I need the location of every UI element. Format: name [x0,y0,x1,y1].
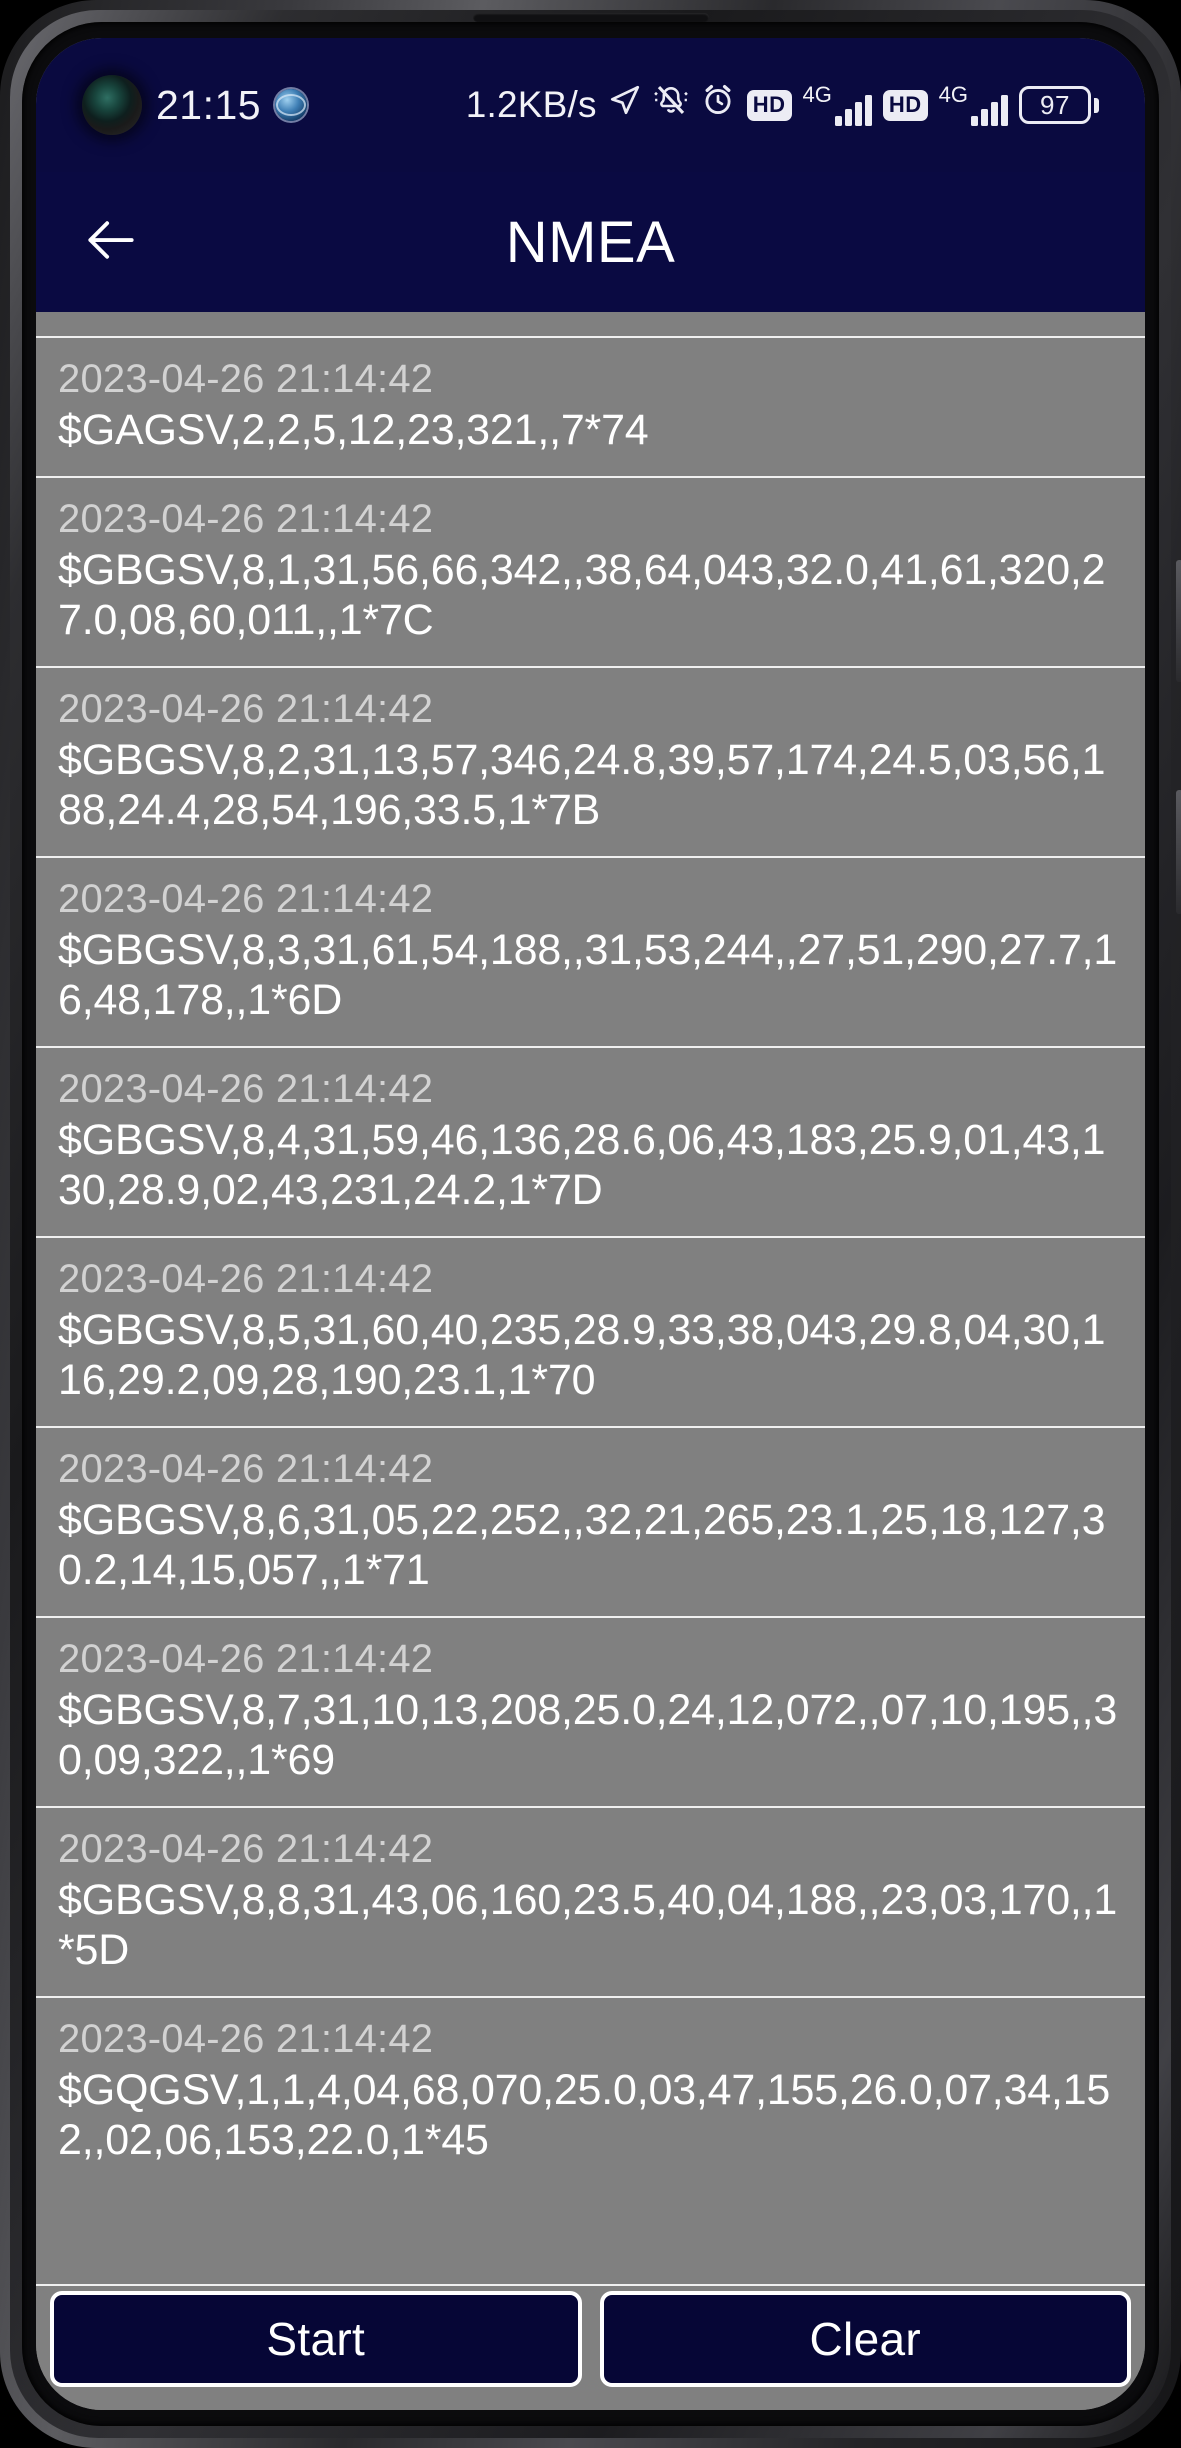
table-row[interactable]: 2023-04-26 21:14:42 $GBGSV,8,2,31,13,57,3… [36,666,1145,856]
status-bar: 21:15 1.2KB/s HD 4G HD 4G 97 [36,38,1145,172]
alarm-clock-icon [700,82,736,128]
log-timestamp: 2023-04-26 21:14:42 [58,876,434,921]
phone-chassis: 21:15 1.2KB/s HD 4G HD 4G 97 NMEA 2023-0… [0,0,1181,2448]
volume-down-button[interactable] [1176,790,1181,914]
battery-indicator: 97 [1019,86,1099,124]
log-timestamp: 2023-04-26 21:14:42 [58,497,434,542]
table-row[interactable]: 2023-04-26 21:14:42 $GBGSV,8,7,31,10,13,2… [36,1615,1145,1806]
hd-badge-sim2: HD [882,89,928,121]
log-sentence: $GBGSV,8,6,31,05,22,252,,32,21,265,23.1,… [58,1495,1106,1594]
log-timestamp: 2023-04-26 21:14:42 [58,1446,434,1491]
log-sentence: $GBGSV,8,3,31,61,54,188,,31,53,244,,27,5… [58,926,1118,1024]
volume-up-button[interactable] [1176,560,1181,682]
clear-button[interactable]: Clear [599,2291,1131,2387]
list-top-gap [36,312,1145,336]
log-sentence: $GAGSV,2,2,5,12,23,321,,7*74 [58,406,649,455]
network-indicator-sim1: 4G [803,84,872,126]
log-sentence: $GBGSV,8,8,31,43,06,160,23.5,40,04,188,,… [58,1875,1118,1974]
signal-bars-sim2 [971,92,1008,126]
table-row[interactable]: 2023-04-26 21:14:42 $GBGSV,8,8,31,43,06,1… [36,1805,1145,1996]
log-timestamp: 2023-04-26 21:14:42 [58,1066,434,1111]
signal-bars-sim1 [834,92,872,126]
log-sentence: $GBGSV,8,7,31,10,13,208,25.0,24,12,072,,… [58,1685,1118,1784]
network-indicator-sim2: 4G [939,84,1008,126]
globe-icon [275,89,308,121]
status-bar-right: 1.2KB/s HD 4G HD 4G 97 [466,82,1099,128]
log-timestamp: 2023-04-26 21:14:42 [58,1256,434,1301]
back-arrow-icon [80,209,142,276]
battery-cap-icon [1094,97,1099,113]
status-bar-left: 21:15 [82,75,308,135]
log-sentence: $GQGSV,1,1,4,04,68,070,25.0,03,47,155,26… [58,2065,1111,2164]
table-row[interactable]: 2023-04-26 21:14:42 $GBGSV,8,3,31,61,54,1… [36,855,1145,1046]
log-timestamp: 2023-04-26 21:14:42 [58,357,434,401]
log-rows-container: 2023-04-26 21:14:42 $GAGSV,2,2,5,12,23,32… [36,336,1145,2186]
battery-level-text: 97 [1019,86,1091,124]
start-button[interactable]: Start [50,2291,582,2387]
table-row[interactable]: 2023-04-26 21:14:42 $GQGSV,1,1,4,04,68,07… [36,1995,1145,2186]
location-arrow-icon [608,83,642,127]
log-sentence: $GBGSV,8,4,31,59,46,136,28.6,06,43,183,2… [58,1116,1106,1214]
log-timestamp: 2023-04-26 21:14:42 [58,687,434,731]
log-timestamp: 2023-04-26 21:14:42 [58,2016,434,2061]
log-timestamp: 2023-04-26 21:14:42 [58,1636,434,1681]
table-row[interactable]: 2023-04-26 21:14:42 $GBGSV,8,4,31,59,46,1… [36,1045,1145,1236]
back-button[interactable] [78,209,144,275]
footer-action-bar: Start Clear [36,2284,1145,2410]
network-type-label-sim2: 4G [938,82,968,107]
table-row[interactable]: 2023-04-26 21:14:42 $GBGSV,8,6,31,05,22,2… [36,1425,1145,1616]
phone-screen: 21:15 1.2KB/s HD 4G HD 4G 97 NMEA 2023-0… [36,38,1145,2410]
status-time: 21:15 [156,81,262,128]
log-sentence: $GBGSV,8,5,31,60,40,235,28.9,33,38,043,2… [58,1306,1106,1404]
data-rate-text: 1.2KB/s [465,84,597,125]
app-bar: NMEA [36,172,1145,312]
table-row[interactable]: 2023-04-26 21:14:42 $GBGSV,8,1,31,56,66,3… [36,476,1145,666]
table-row[interactable]: 2023-04-26 21:14:42 $GAGSV,2,2,5,12,23,32… [36,336,1145,477]
table-row[interactable]: 2023-04-26 21:14:42 $GBGSV,8,5,31,60,40,2… [36,1235,1145,1426]
bell-muted-icon [653,82,689,128]
log-sentence: $GBGSV,8,2,31,13,57,346,24.8,39,57,174,2… [58,736,1106,835]
log-timestamp: 2023-04-26 21:14:42 [58,1826,434,1871]
log-sentence: $GBGSV,8,1,31,56,66,342,,38,64,043,32.0,… [58,546,1106,645]
network-type-label-sim1: 4G [802,82,832,107]
page-title: NMEA [505,209,676,275]
earpiece-speaker [472,13,709,22]
hd-badge-sim1: HD [746,89,792,121]
nmea-log-list[interactable]: 2023-04-26 21:14:42 $GAGSV,2,2,5,12,23,32… [36,312,1145,2284]
front-camera-icon [82,75,142,135]
